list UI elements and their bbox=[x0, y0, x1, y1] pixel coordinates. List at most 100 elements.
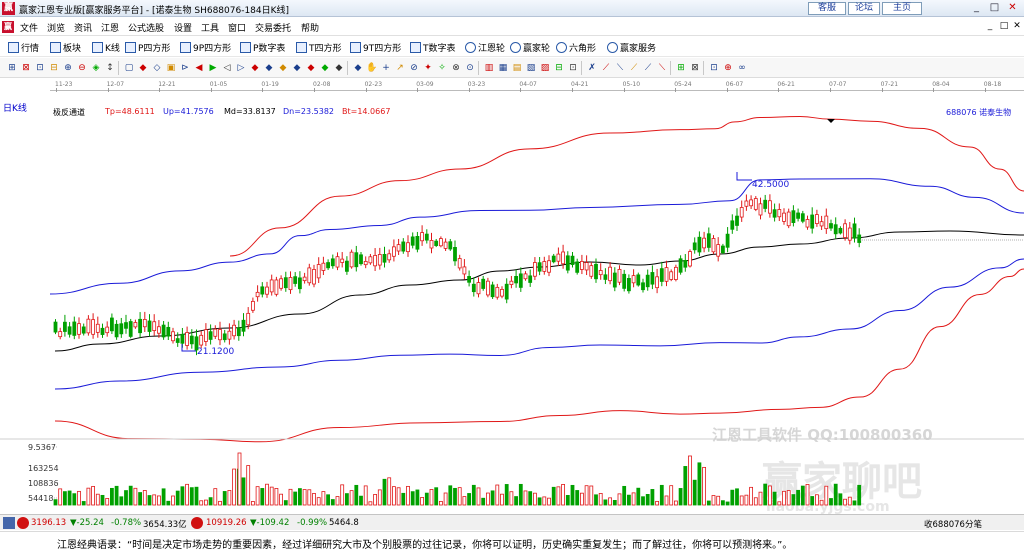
candle-body bbox=[410, 236, 415, 246]
menu-settings[interactable]: 设置 bbox=[174, 21, 192, 34]
drawing-tool-icon[interactable]: ✦ bbox=[422, 62, 434, 74]
toolbar-hexagon-button[interactable]: 六角形 bbox=[556, 40, 596, 54]
toolbar-gann-wheel-button[interactable]: 江恩轮 bbox=[465, 40, 505, 54]
drawing-tool-icon[interactable]: ◆ bbox=[352, 62, 364, 74]
drawing-tool-icon[interactable]: ▧ bbox=[525, 62, 537, 74]
drawing-tool-icon[interactable]: ⊕ bbox=[722, 62, 734, 74]
toolbar-button-label: 江恩轮 bbox=[478, 43, 506, 54]
kline-chart[interactable]: 极反通道 Tp=48.6111 Up=41.7576 Md=33.8137 Dn… bbox=[0, 99, 1024, 515]
drawing-tool-icon[interactable]: ⊠ bbox=[20, 62, 32, 74]
drawing-tool-icon[interactable]: ⊠ bbox=[689, 62, 701, 74]
maximize-button[interactable]: □ bbox=[986, 2, 1003, 15]
volume-bar bbox=[683, 466, 688, 506]
volume-bar bbox=[636, 487, 641, 506]
date-tick-mark bbox=[933, 88, 935, 92]
drawing-tool-icon[interactable]: ↕ bbox=[104, 62, 116, 74]
drawing-tool-icon[interactable]: ⟋ bbox=[600, 62, 612, 74]
drawing-tool-icon[interactable]: ⊡ bbox=[34, 62, 46, 74]
drawing-tool-icon[interactable]: ⊟ bbox=[553, 62, 565, 74]
drawing-tool-icon[interactable]: ⊘ bbox=[408, 62, 420, 74]
customer-service-link[interactable]: 客服 bbox=[808, 2, 846, 15]
tick-detail-label[interactable]: 收688076分笔 bbox=[924, 518, 982, 530]
toolbar-t-square-button[interactable]: T四方形 bbox=[296, 40, 342, 54]
menu-news[interactable]: 资讯 bbox=[74, 21, 92, 34]
date-tick-label: 11-23 bbox=[55, 81, 73, 88]
drawing-tool-icon[interactable]: ▥ bbox=[483, 62, 495, 74]
drawing-tool-icon[interactable]: ⊖ bbox=[76, 62, 88, 74]
menu-gann[interactable]: 江恩 bbox=[101, 21, 119, 34]
volume-bar bbox=[702, 466, 706, 506]
toolbar-9t-square-button[interactable]: 9T四方形 bbox=[350, 40, 401, 54]
volume-bar bbox=[786, 490, 791, 506]
drawing-tool-icon[interactable]: ◆ bbox=[263, 62, 275, 74]
drawing-tool-icon[interactable]: ⊞ bbox=[6, 62, 18, 74]
drawing-tool-icon[interactable]: ✗ bbox=[586, 62, 598, 74]
candle-body bbox=[824, 215, 829, 230]
toolbar-candle-button[interactable]: K线 bbox=[92, 40, 120, 54]
drawing-tool-icon[interactable]: ⟍ bbox=[614, 62, 626, 74]
drawing-tool-icon[interactable]: ⟋ bbox=[642, 62, 654, 74]
toolbar-p-square-button[interactable]: P四方形 bbox=[125, 40, 170, 54]
candle-body bbox=[396, 244, 401, 252]
drawing-tool-icon[interactable]: ◆ bbox=[137, 62, 149, 74]
mdi-restore-button[interactable]: □ bbox=[998, 20, 1010, 32]
mdi-minimize-button[interactable]: _ bbox=[984, 20, 996, 32]
toolbar-grid-button[interactable]: 行情 bbox=[8, 40, 39, 54]
drawing-tool-icon[interactable]: ◀ bbox=[193, 62, 205, 74]
high-annotation: 42.5000 bbox=[752, 180, 789, 190]
drawing-tool-icon[interactable]: ▣ bbox=[165, 62, 177, 74]
drawing-tool-icon[interactable]: ◇ bbox=[151, 62, 163, 74]
drawing-tool-icon[interactable]: ⟍ bbox=[656, 62, 668, 74]
drawing-tool-icon[interactable]: ▷ bbox=[235, 62, 247, 74]
homepage-link[interactable]: 主页 bbox=[882, 2, 922, 15]
drawing-tool-icon[interactable]: ◆ bbox=[333, 62, 345, 74]
drawing-tool-icon[interactable]: ◆ bbox=[249, 62, 261, 74]
drawing-tool-icon[interactable]: ▶ bbox=[207, 62, 219, 74]
drawing-tool-icon[interactable]: ⊗ bbox=[450, 62, 462, 74]
menu-help[interactable]: 帮助 bbox=[301, 21, 319, 34]
drawing-tool-icon[interactable]: ◈ bbox=[90, 62, 102, 74]
sh-index-icon[interactable] bbox=[3, 517, 15, 529]
drawing-tool-icon[interactable]: ⊡ bbox=[708, 62, 720, 74]
drawing-tool-icon[interactable]: ⊙ bbox=[464, 62, 476, 74]
drawing-tool-icon[interactable]: ↗ bbox=[394, 62, 406, 74]
drawing-tool-icon[interactable]: ▨ bbox=[539, 62, 551, 74]
drawing-tool-icon[interactable]: ▤ bbox=[511, 62, 523, 74]
drawing-tool-icon[interactable]: ✧ bbox=[436, 62, 448, 74]
mdi-close-button[interactable]: ✕ bbox=[1011, 20, 1023, 32]
toolbar-blocks-button[interactable]: 板块 bbox=[50, 40, 81, 54]
volume-bar bbox=[312, 493, 316, 506]
drawing-tool-icon[interactable]: ▦ bbox=[497, 62, 509, 74]
drawing-tool-icon[interactable]: ◆ bbox=[291, 62, 303, 74]
drawing-tool-icon[interactable]: ✋ bbox=[366, 62, 378, 74]
drawing-tool-icon[interactable]: ⟋ bbox=[628, 62, 640, 74]
menu-trade[interactable]: 交易委托 bbox=[255, 21, 291, 34]
menu-formula-select[interactable]: 公式选股 bbox=[128, 21, 164, 34]
drawing-tool-icon[interactable]: ⊳ bbox=[179, 62, 191, 74]
drawing-tool-icon[interactable]: ⊕ bbox=[62, 62, 74, 74]
drawing-tool-icon[interactable]: ◆ bbox=[277, 62, 289, 74]
menu-file[interactable]: 文件 bbox=[20, 21, 38, 34]
drawing-tool-icon[interactable]: ▢ bbox=[123, 62, 135, 74]
drawing-tool-icon[interactable]: ⊡ bbox=[567, 62, 579, 74]
close-button[interactable]: ✕ bbox=[1004, 2, 1021, 15]
menu-browse[interactable]: 浏览 bbox=[47, 21, 65, 34]
drawing-tool-icon[interactable]: + bbox=[380, 62, 392, 74]
drawing-tool-icon[interactable]: ◆ bbox=[319, 62, 331, 74]
toolbar-t-table-button[interactable]: T数字表 bbox=[410, 40, 456, 54]
drawing-tool-icon[interactable]: ∞ bbox=[736, 62, 748, 74]
toolbar-service-button[interactable]: 赢家服务 bbox=[607, 40, 656, 54]
toolbar-winner-wheel-button[interactable]: 赢家轮 bbox=[510, 40, 550, 54]
drawing-tool-icon[interactable]: ⊞ bbox=[675, 62, 687, 74]
sh-index-amount: 3654.33亿 bbox=[143, 520, 187, 530]
toolbar-9p-square-button[interactable]: 9P四方形 bbox=[180, 40, 231, 54]
minimize-button[interactable]: _ bbox=[968, 2, 985, 15]
toolbar-p-table-button[interactable]: P数字表 bbox=[240, 40, 285, 54]
drawing-tool-icon[interactable]: ⊟ bbox=[48, 62, 60, 74]
menu-window[interactable]: 窗口 bbox=[228, 21, 246, 34]
drawing-tool-icon[interactable]: ◆ bbox=[305, 62, 317, 74]
drawing-tool-icon[interactable]: ◁ bbox=[221, 62, 233, 74]
forum-link[interactable]: 论坛 bbox=[848, 2, 880, 15]
menu-tools[interactable]: 工具 bbox=[201, 21, 219, 34]
sz-index-amount: 5464.8 bbox=[329, 518, 359, 528]
